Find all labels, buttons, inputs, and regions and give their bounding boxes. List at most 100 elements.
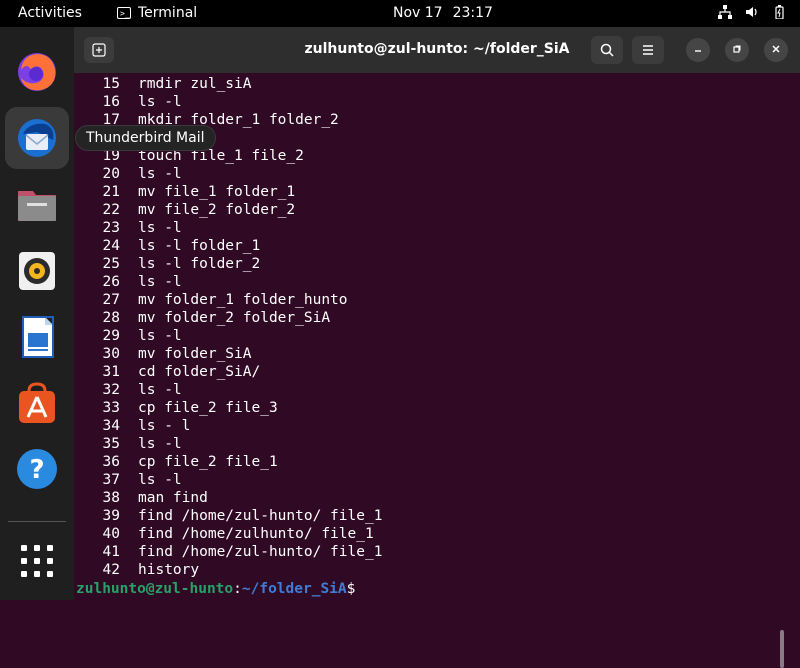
history-number: 41 <box>102 544 120 560</box>
minimize-icon <box>695 50 701 52</box>
history-number: 21 <box>102 184 120 200</box>
clock-time: 23:17 <box>452 5 493 21</box>
history-number: 31 <box>102 364 120 380</box>
history-line: 25 ls -l folder_2 <box>74 255 261 273</box>
history-command: man find <box>138 490 208 506</box>
history-number: 42 <box>102 562 120 578</box>
history-line: 39 find /home/zul-hunto/ file_1 <box>74 507 383 525</box>
history-command: ls -l <box>138 436 182 452</box>
maximize-button[interactable] <box>725 38 749 62</box>
history-number: 30 <box>102 346 120 362</box>
history-number: 34 <box>102 418 120 434</box>
history-number: 24 <box>102 238 120 254</box>
history-line: 38 man find <box>74 489 208 507</box>
search-icon <box>600 43 614 57</box>
history-line: 28 mv folder_2 folder_SiA <box>74 309 331 327</box>
clock[interactable]: Nov 17 23:17 <box>393 5 493 21</box>
history-command: cp file_2 file_1 <box>138 454 278 470</box>
minimize-button[interactable] <box>686 38 710 62</box>
thunderbird-icon <box>18 119 56 157</box>
history-line: 40 find /home/zulhunto/ file_1 <box>74 525 374 543</box>
history-number: 23 <box>102 220 120 236</box>
terminal-icon: >_ <box>117 7 131 19</box>
history-number: 36 <box>102 454 120 470</box>
history-line: 37 ls -l <box>74 471 182 489</box>
maximize-icon <box>733 45 741 53</box>
app-grid-icon <box>21 545 53 577</box>
history-line: 16 ls -l <box>74 93 182 111</box>
prompt-path: ~/folder_SiA <box>241 581 347 597</box>
dock: ? <box>0 27 74 600</box>
history-command: mv folder_SiA <box>138 346 252 362</box>
history-number: 37 <box>102 472 120 488</box>
battery-icon[interactable] <box>772 5 786 20</box>
history-number: 15 <box>102 76 120 92</box>
history-line: 42 history <box>74 561 200 579</box>
dock-tooltip: Thunderbird Mail <box>76 126 215 150</box>
help-icon: ? <box>17 449 57 489</box>
history-number: 29 <box>102 328 120 344</box>
history-number: 32 <box>102 382 120 398</box>
history-command: find /home/zul-hunto/ file_1 <box>138 544 383 560</box>
history-line: 31 cd folder_SiA/ <box>74 363 261 381</box>
clock-date: Nov 17 <box>393 5 443 21</box>
dock-firefox[interactable] <box>5 41 69 103</box>
hamburger-menu-icon <box>643 45 653 55</box>
history-command: mv folder_1 folder_hunto <box>138 292 348 308</box>
activities-button[interactable]: Activities <box>18 5 82 21</box>
history-command: history <box>138 562 200 578</box>
close-button[interactable] <box>764 38 788 62</box>
terminal-output[interactable]: 42 history 41 find /home/zul-hunto/ file_1 4… <box>74 73 788 668</box>
history-number: 38 <box>102 490 120 506</box>
dock-software[interactable] <box>5 372 69 434</box>
prompt-separator: : <box>233 581 242 597</box>
history-number: 28 <box>102 310 120 326</box>
svg-text:?: ? <box>29 455 44 485</box>
history-number: 39 <box>102 508 120 524</box>
history-line: 32 ls -l <box>74 381 182 399</box>
history-command: rmdir zul_siA <box>138 76 252 92</box>
history-number: 20 <box>102 166 120 182</box>
history-command: mv folder_2 folder_SiA <box>138 310 331 326</box>
dock-thunderbird[interactable] <box>5 107 69 169</box>
network-icon[interactable] <box>718 5 732 19</box>
scrollbar[interactable] <box>780 630 784 668</box>
prompt-symbol: $ <box>346 581 356 597</box>
history-command: ls -l <box>138 166 182 182</box>
menu-button[interactable] <box>632 36 664 64</box>
dock-writer[interactable] <box>5 306 69 368</box>
dock-show-apps[interactable] <box>5 530 69 592</box>
history-line: 29 ls -l <box>74 327 182 345</box>
history-number: 22 <box>102 202 120 218</box>
search-button[interactable] <box>591 36 623 64</box>
history-command: ls -l <box>138 94 182 110</box>
history-command: ls -l <box>138 328 182 344</box>
history-number: 40 <box>102 526 120 542</box>
volume-icon[interactable] <box>745 5 759 19</box>
history-line: 30 mv folder_SiA <box>74 345 252 363</box>
app-menu-label: Terminal <box>138 5 198 21</box>
dock-separator <box>8 521 66 522</box>
history-command: cd folder_SiA/ <box>138 364 261 380</box>
history-command: ls -l <box>138 382 182 398</box>
history-line: 24 ls -l folder_1 <box>74 237 261 255</box>
system-tray[interactable] <box>718 5 786 20</box>
history-number: 26 <box>102 274 120 290</box>
dock-help[interactable]: ? <box>5 438 69 500</box>
app-menu[interactable]: >_ Terminal <box>117 5 197 21</box>
dock-files[interactable] <box>5 174 69 236</box>
history-line: 15 rmdir zul_siA <box>74 75 252 93</box>
history-number: 16 <box>102 94 120 110</box>
history-number: 33 <box>102 400 120 416</box>
history-line: 26 ls -l <box>74 273 182 291</box>
shell-prompt[interactable]: zulhunto@zul-hunto:~/folder_SiA$ <box>76 580 355 598</box>
history-command: find /home/zulhunto/ file_1 <box>138 526 374 542</box>
history-number: 35 <box>102 436 120 452</box>
history-line: 20 ls -l <box>74 165 182 183</box>
history-command: touch file_1 file_2 <box>138 148 304 164</box>
dock-rhythmbox[interactable] <box>5 240 69 302</box>
history-command: ls - l <box>138 418 191 434</box>
prompt-user-host: zulhunto@zul-hunto <box>76 581 234 597</box>
history-line: 34 ls - l <box>74 417 191 435</box>
top-bar: Activities >_ Terminal Nov 17 23:17 <box>0 0 800 27</box>
